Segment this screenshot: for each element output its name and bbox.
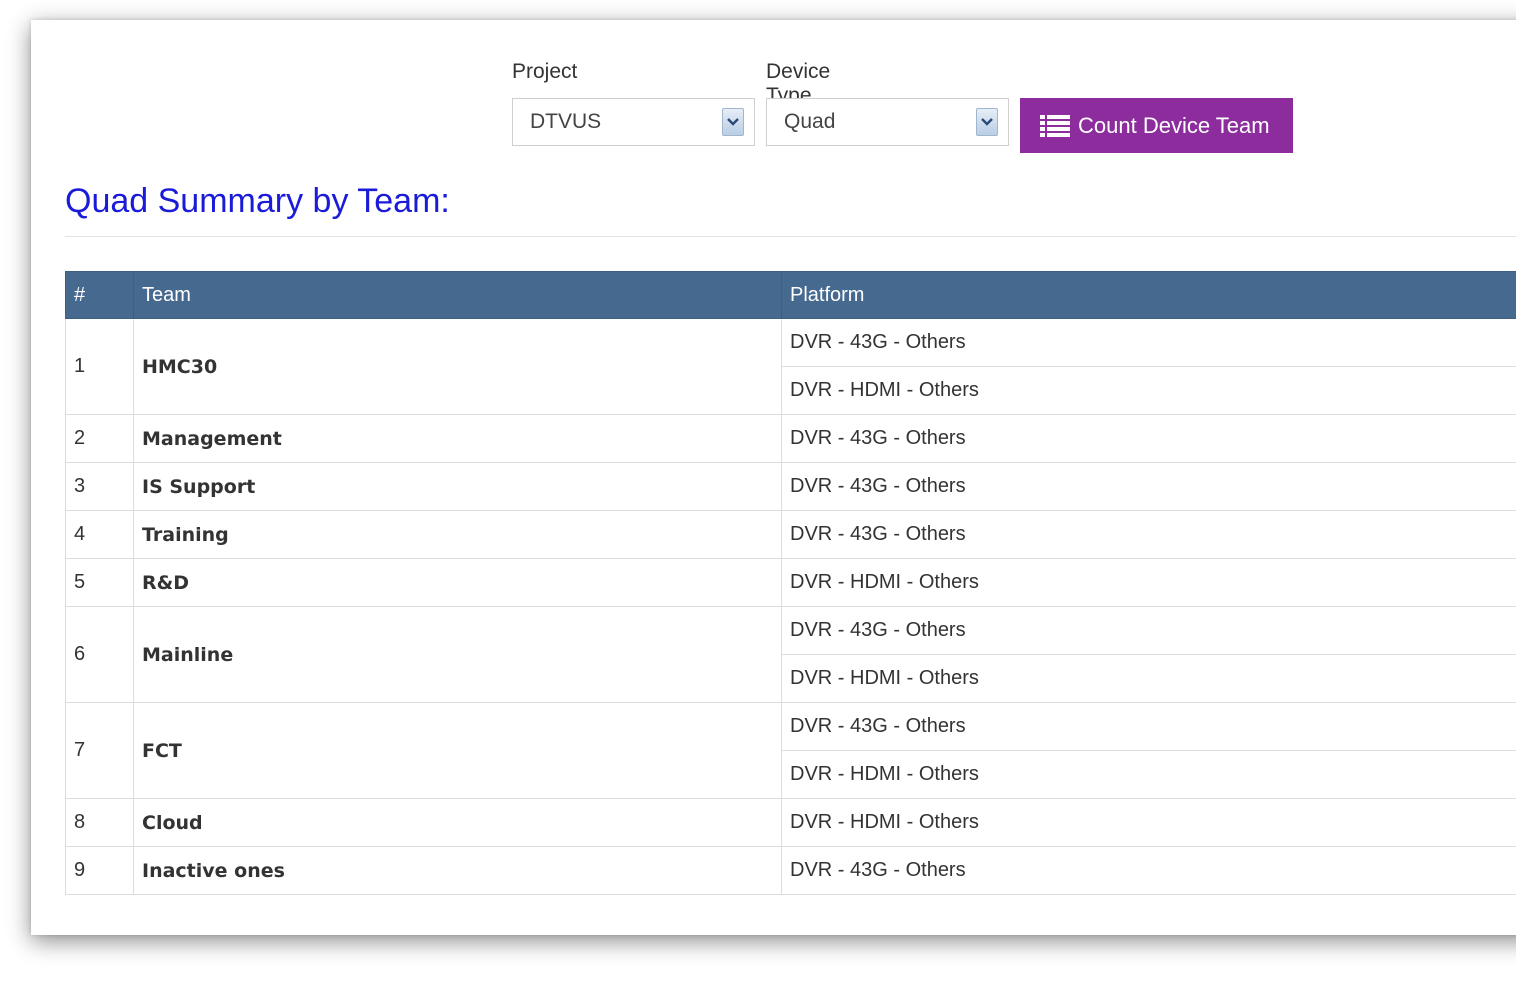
platform-cell: DVR - 43G - Others <box>781 510 1516 559</box>
header-platform: Platform <box>781 271 1516 319</box>
row-number: 9 <box>65 846 134 895</box>
team-name-cell: R&D <box>133 558 782 607</box>
team-name-cell: FCT <box>133 702 782 799</box>
team-name-cell: Inactive ones <box>133 846 782 895</box>
row-number: 3 <box>65 462 134 511</box>
table-row: 4 Training DVR - 43G - Others <box>65 510 1516 559</box>
title-divider <box>65 236 1516 237</box>
team-name-cell: Cloud <box>133 798 782 847</box>
list-icon <box>1040 114 1070 137</box>
table-body: 1 HMC30 DVR - 43G - Others DVR - HDMI - Oth… <box>65 318 1516 895</box>
platform-cell: DVR - HDMI - Others <box>781 558 1516 607</box>
table-header-row: # Team Platform <box>65 271 1516 319</box>
row-number: 1 <box>65 318 134 415</box>
row-number: 7 <box>65 702 134 799</box>
chevron-down-icon[interactable] <box>976 108 998 136</box>
header-team: Team <box>133 271 782 319</box>
table-row: 5 R&D DVR - HDMI - Others <box>65 558 1516 607</box>
row-number: 4 <box>65 510 134 559</box>
table-row: 8 Cloud DVR - HDMI - Others <box>65 798 1516 847</box>
project-label: Project <box>512 60 578 83</box>
platform-cell: DVR - 43G - Others <box>781 606 1516 655</box>
row-number: 8 <box>65 798 134 847</box>
platform-cell: DVR - 43G - Others <box>781 462 1516 511</box>
platform-cell: DVR - 43G - Others <box>781 702 1516 751</box>
device-type-select[interactable]: Quad <box>766 98 1009 146</box>
header-number: # <box>65 271 134 319</box>
platform-cell: DVR - HDMI - Others <box>781 750 1516 799</box>
row-number: 6 <box>65 606 134 703</box>
row-number: 2 <box>65 414 134 463</box>
project-select[interactable]: DTVUS <box>512 98 755 146</box>
table-row: 3 IS Support DVR - 43G - Others <box>65 462 1516 511</box>
platform-cell: DVR - 43G - Others <box>781 414 1516 463</box>
row-number: 5 <box>65 558 134 607</box>
platform-cell: DVR - HDMI - Others <box>781 798 1516 847</box>
count-device-team-label: Count Device Team <box>1078 112 1270 138</box>
team-name-cell: Training <box>133 510 782 559</box>
team-name-cell: Mainline <box>133 606 782 703</box>
page-title: Quad Summary by Team: <box>65 182 450 220</box>
platform-cell: DVR - HDMI - Others <box>781 366 1516 415</box>
platform-cell: DVR - HDMI - Others <box>781 654 1516 703</box>
team-name-cell: Management <box>133 414 782 463</box>
table-row: 9 Inactive ones DVR - 43G - Others <box>65 846 1516 895</box>
platform-cell: DVR - 43G - Others <box>781 846 1516 895</box>
team-summary-table: # Team Platform 1 HMC30 DVR - 43G - Others… <box>65 271 1516 895</box>
main-panel: Project DTVUS Device Type Quad Count Dev… <box>31 20 1516 935</box>
device-type-select-value: Quad <box>784 110 836 133</box>
project-select-value: DTVUS <box>530 110 602 133</box>
platform-cell: DVR - 43G - Others <box>781 318 1516 367</box>
table-row: 2 Management DVR - 43G - Others <box>65 414 1516 463</box>
team-name-cell: HMC30 <box>133 318 782 415</box>
count-device-team-button[interactable]: Count Device Team <box>1020 98 1293 153</box>
table-row: 7 FCT DVR - 43G - Others <box>65 702 1516 799</box>
team-name-cell: IS Support <box>133 462 782 511</box>
table-row: 6 Mainline DVR - 43G - Others <box>65 606 1516 703</box>
chevron-down-icon[interactable] <box>722 108 744 136</box>
table-row: 1 HMC30 DVR - 43G - Others <box>65 318 1516 415</box>
